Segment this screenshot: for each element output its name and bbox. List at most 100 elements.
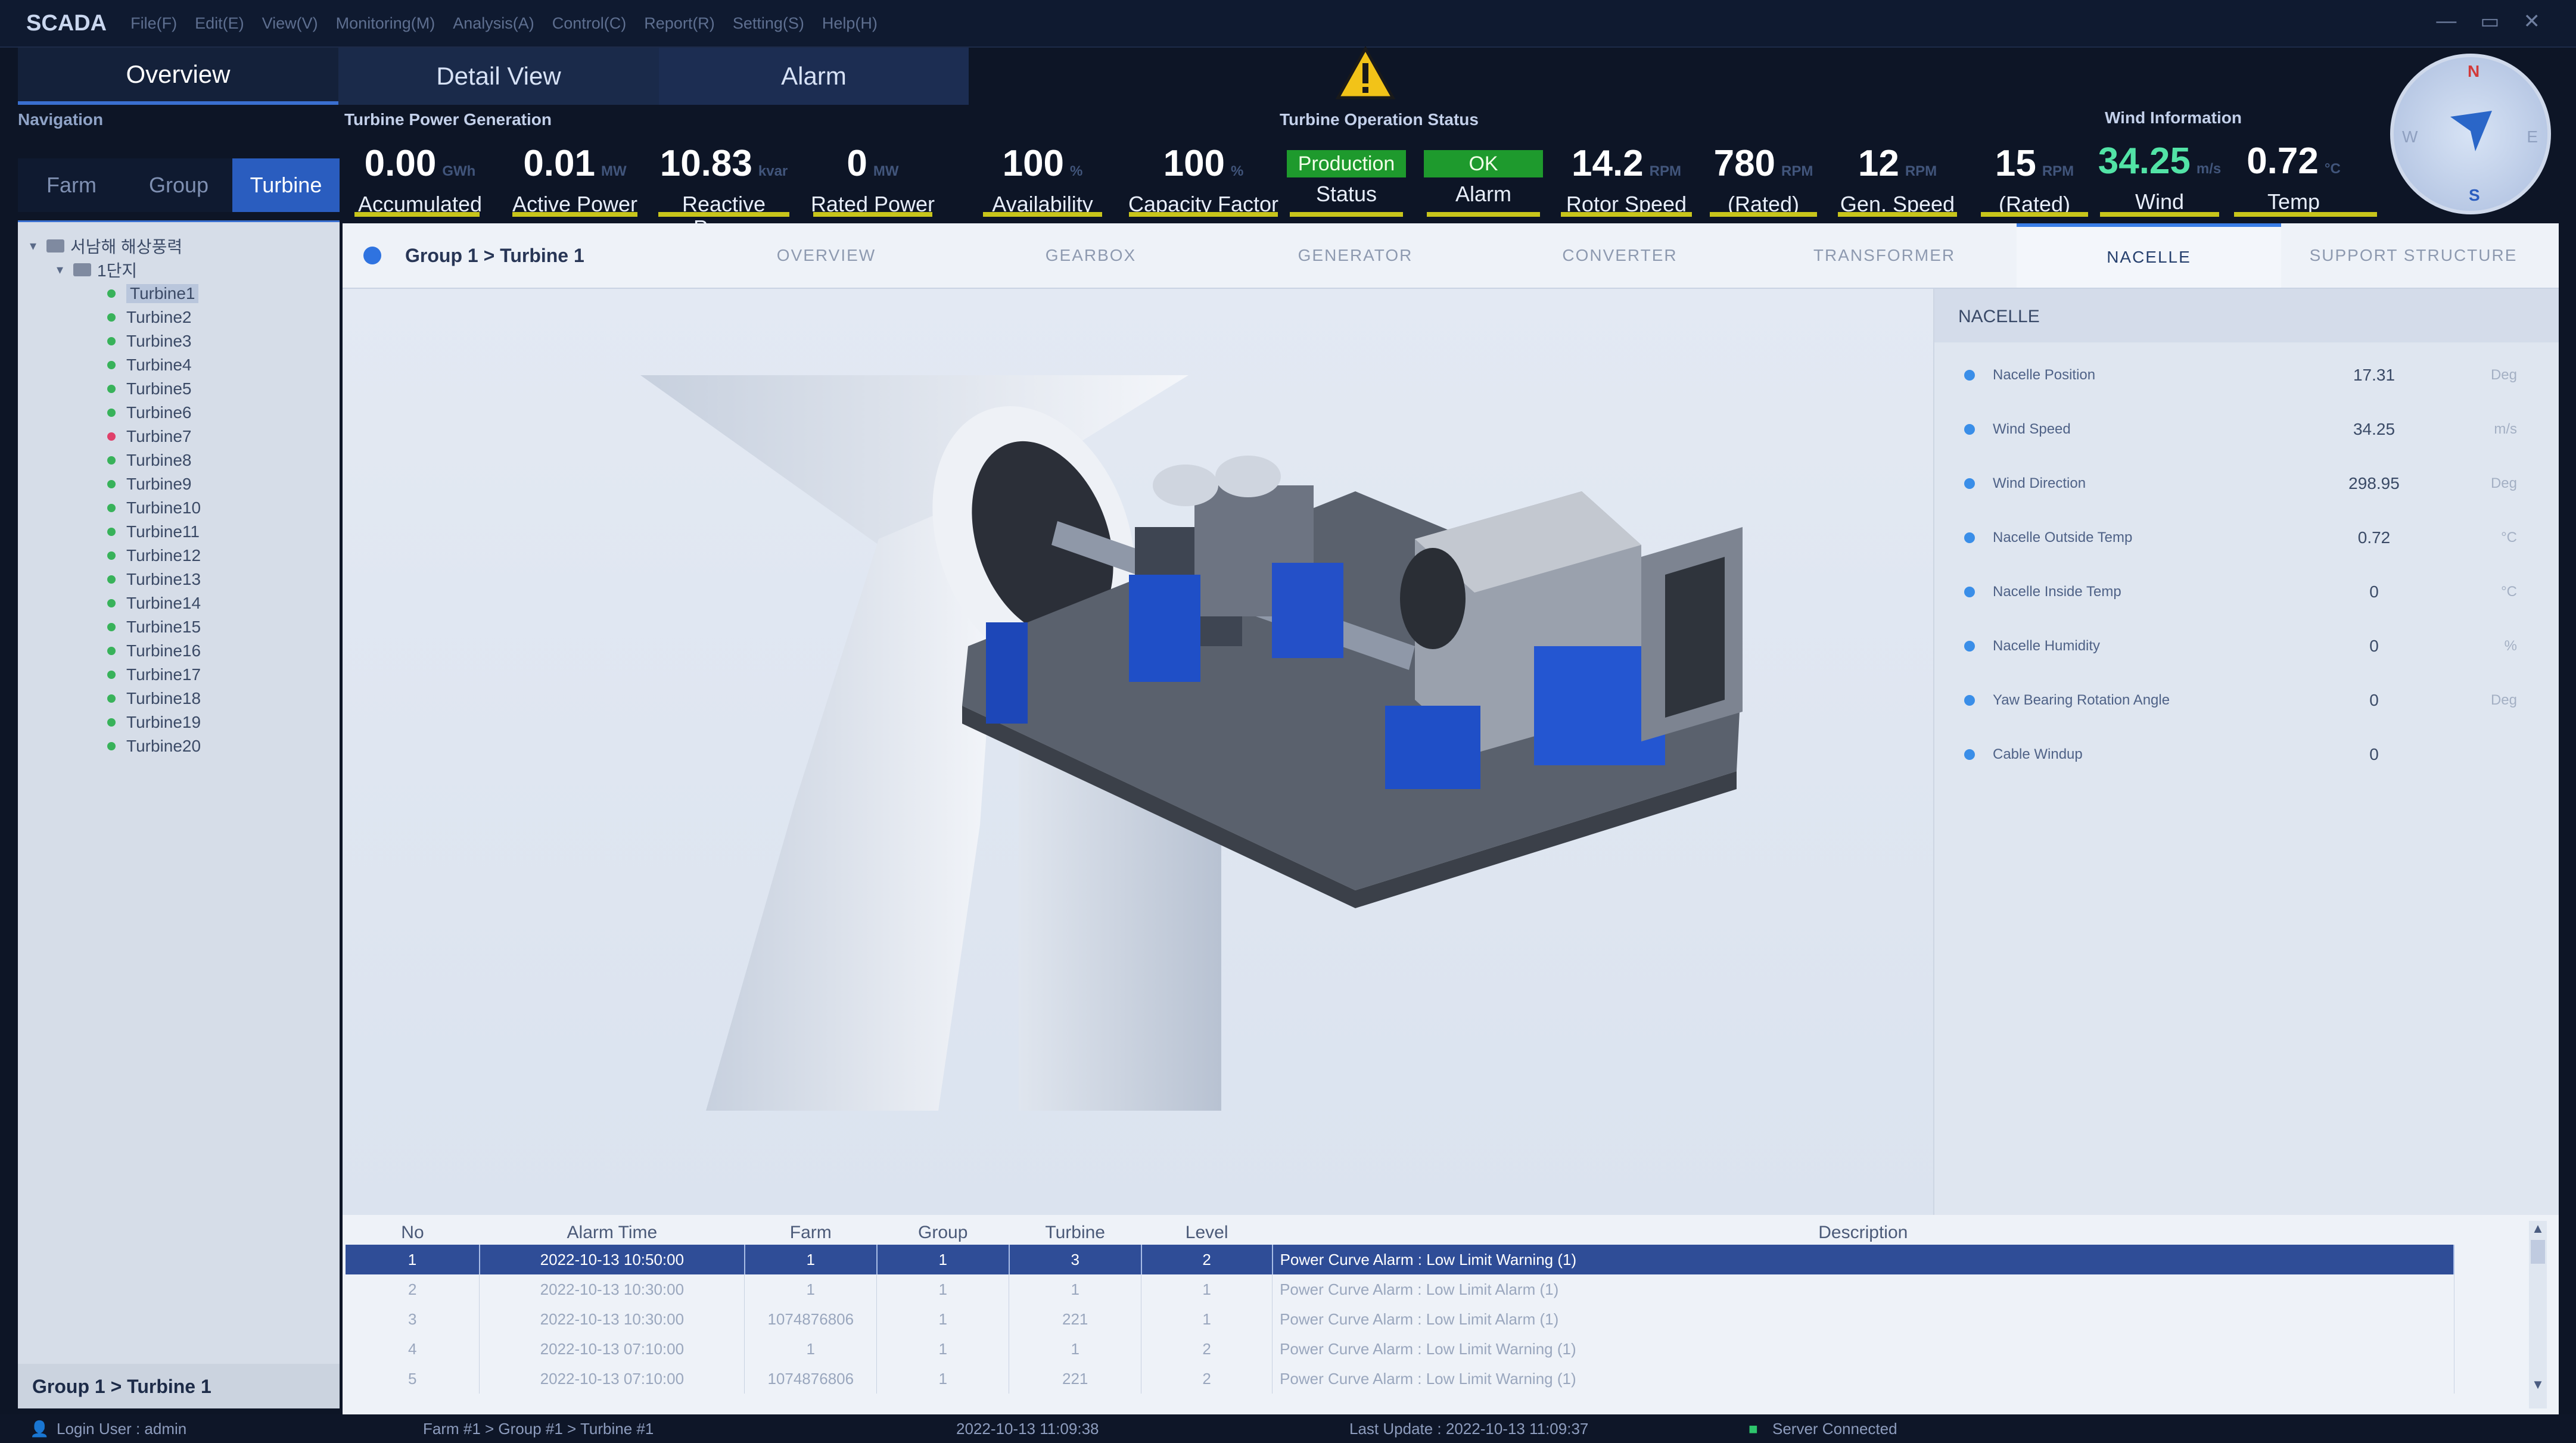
tree-item-label: Turbine2 <box>126 308 192 326</box>
tree-item-turbine[interactable]: Turbine6 <box>107 401 340 425</box>
tree-item-turbine[interactable]: Turbine17 <box>107 663 340 687</box>
alarm-scrollbar[interactable]: ▲ ▼ <box>2529 1221 2547 1408</box>
tree-item-turbine[interactable]: Turbine16 <box>107 639 340 663</box>
folder-icon <box>73 263 91 276</box>
tree-item-turbine[interactable]: Turbine18 <box>107 687 340 710</box>
cell-turbine: 1 <box>1009 1334 1142 1364</box>
tab-nacelle[interactable]: NACELLE <box>2017 223 2281 288</box>
row-unit: Deg <box>2490 367 2517 383</box>
tab-overview[interactable]: Overview <box>18 48 338 105</box>
col-farm[interactable]: Farm <box>745 1221 877 1245</box>
kpi-rotor-rated: 780 RPM (Rated) <box>1704 143 1823 216</box>
collapse-icon[interactable]: ▾ <box>57 262 73 278</box>
status-dot-icon <box>107 385 116 393</box>
tab-gearbox[interactable]: GEARBOX <box>959 223 1223 288</box>
tab-support-structure[interactable]: SUPPORT STRUCTURE <box>2281 223 2546 288</box>
cell-alarm-time: 2022-10-13 07:10:00 <box>479 1364 745 1394</box>
tab-detail-view[interactable]: Detail View <box>338 48 659 105</box>
row-name: Nacelle Outside Temp <box>1993 529 2133 546</box>
minimize-icon[interactable]: — <box>2436 10 2456 33</box>
menu-view[interactable]: View(V) <box>262 14 318 33</box>
scroll-down-icon[interactable]: ▼ <box>2529 1377 2547 1392</box>
collapse-icon[interactable]: ▾ <box>30 238 46 254</box>
table-row[interactable]: 4 2022-10-13 07:10:00 1 1 1 2 Power Curve Alar… <box>346 1334 2454 1364</box>
maximize-icon[interactable]: ▭ <box>2480 10 2499 33</box>
nav-tab-turbine[interactable]: Turbine <box>232 158 340 212</box>
tree-item-turbine[interactable]: Turbine4 <box>107 353 340 377</box>
scroll-thumb[interactable] <box>2531 1240 2545 1264</box>
table-row[interactable]: 3 2022-10-13 10:30:00 1074876806 1 221 1 Power… <box>346 1304 2454 1334</box>
nacelle-3d-view[interactable] <box>343 289 1933 1215</box>
cell-level: 2 <box>1141 1245 1273 1274</box>
tree-item-turbine[interactable]: Turbine20 <box>107 734 340 758</box>
tree-root[interactable]: ▾ 서남해 해상풍력 <box>30 234 340 258</box>
selection-path: Group 1 > Turbine 1 <box>18 1364 340 1408</box>
tree-item-label: Turbine19 <box>126 713 201 731</box>
tab-converter[interactable]: CONVERTER <box>1488 223 1752 288</box>
cell-turbine: 221 <box>1009 1364 1142 1394</box>
scroll-up-icon[interactable]: ▲ <box>2529 1221 2547 1236</box>
tree-item-turbine[interactable]: Turbine5 <box>107 377 340 401</box>
menu-report[interactable]: Report(R) <box>644 14 715 33</box>
status-badge: Production <box>1287 150 1406 177</box>
row-value: 0 <box>2369 582 2379 601</box>
last-update: Last Update : 2022-10-13 11:09:37 <box>1349 1419 1589 1438</box>
tree-item-turbine[interactable]: Turbine10 <box>107 496 340 520</box>
table-row[interactable]: 1 2022-10-13 10:50:00 1 1 3 2 Power Curve Alar… <box>346 1245 2455 1274</box>
tree-item-turbine[interactable]: Turbine1 <box>107 282 340 306</box>
table-row[interactable]: 5 2022-10-13 07:10:00 1074876806 1 221 2 Power… <box>346 1364 2454 1394</box>
tree-item-turbine[interactable]: Turbine3 <box>107 329 340 353</box>
tree-item-turbine[interactable]: Turbine2 <box>107 306 340 329</box>
kpi-underline <box>1561 212 1692 217</box>
tab-overview-component[interactable]: OVERVIEW <box>694 223 959 288</box>
cell-turbine: 3 <box>1009 1245 1142 1274</box>
menu-file[interactable]: File(F) <box>130 14 177 33</box>
menu-monitoring[interactable]: Monitoring(M) <box>336 14 435 33</box>
alarm-badge: OK <box>1424 150 1543 177</box>
menu-control[interactable]: Control(C) <box>552 14 627 33</box>
col-description[interactable]: Description <box>1273 1221 2454 1245</box>
col-group[interactable]: Group <box>877 1221 1009 1245</box>
tree-item-turbine[interactable]: Turbine11 <box>107 520 340 544</box>
kpi-underline <box>1427 212 1540 217</box>
tree-item-label: Turbine3 <box>126 332 192 350</box>
wind-info-title: Wind Information <box>2105 108 2242 127</box>
cell-farm: 1074876806 <box>744 1364 878 1394</box>
kpi-temp: 0.72 °C Temp <box>2231 141 2356 214</box>
menu-analysis[interactable]: Analysis(A) <box>453 14 534 33</box>
tree-item-turbine[interactable]: Turbine7 <box>107 425 340 448</box>
col-turbine[interactable]: Turbine <box>1009 1221 1141 1245</box>
nacelle-row: Wind Speed 34.25 m/s <box>1934 412 2560 447</box>
tree-item-turbine[interactable]: Turbine14 <box>107 591 340 615</box>
row-value: 17.31 <box>2353 366 2395 384</box>
detail-area: Group 1 > Turbine 1 OVERVIEW GEARBOX GEN… <box>343 223 2559 1414</box>
menu-help[interactable]: Help(H) <box>822 14 878 33</box>
tree-item-turbine[interactable]: Turbine9 <box>107 472 340 496</box>
tree-item-turbine[interactable]: Turbine12 <box>107 544 340 568</box>
tree-item-label: Turbine15 <box>126 618 201 636</box>
tree-root-label: 서남해 해상풍력 <box>70 238 183 256</box>
tab-generator[interactable]: GENERATOR <box>1223 223 1488 288</box>
menu-setting[interactable]: Setting(S) <box>733 14 804 33</box>
close-icon[interactable]: ✕ <box>2524 10 2541 33</box>
row-value: 298.95 <box>2348 474 2400 493</box>
tree-item-turbine[interactable]: Turbine13 <box>107 568 340 591</box>
col-level[interactable]: Level <box>1141 1221 1273 1245</box>
col-alarm-time[interactable]: Alarm Time <box>480 1221 745 1245</box>
kpi-underline <box>1981 212 2088 217</box>
status-dot-icon <box>107 694 116 703</box>
table-row[interactable]: 2 2022-10-13 10:30:00 1 1 1 1 Power Curve Alar… <box>346 1274 2454 1304</box>
tree-item-label: Turbine6 <box>126 403 192 422</box>
kpi-value: 100% <box>1163 143 1244 184</box>
tab-alarm[interactable]: Alarm <box>659 48 969 105</box>
tree-item-turbine[interactable]: Turbine19 <box>107 710 340 734</box>
nav-tab-farm[interactable]: Farm <box>18 158 125 212</box>
nav-tab-group[interactable]: Group <box>125 158 232 212</box>
tree-item-turbine[interactable]: Turbine15 <box>107 615 340 639</box>
row-name: Nacelle Inside Temp <box>1993 584 2121 600</box>
menu-edit[interactable]: Edit(E) <box>195 14 244 33</box>
col-no[interactable]: No <box>346 1221 480 1245</box>
tree-group[interactable]: ▾ 1단지 <box>30 258 340 282</box>
tree-item-turbine[interactable]: Turbine8 <box>107 448 340 472</box>
tab-transformer[interactable]: TRANSFORMER <box>1752 223 2017 288</box>
